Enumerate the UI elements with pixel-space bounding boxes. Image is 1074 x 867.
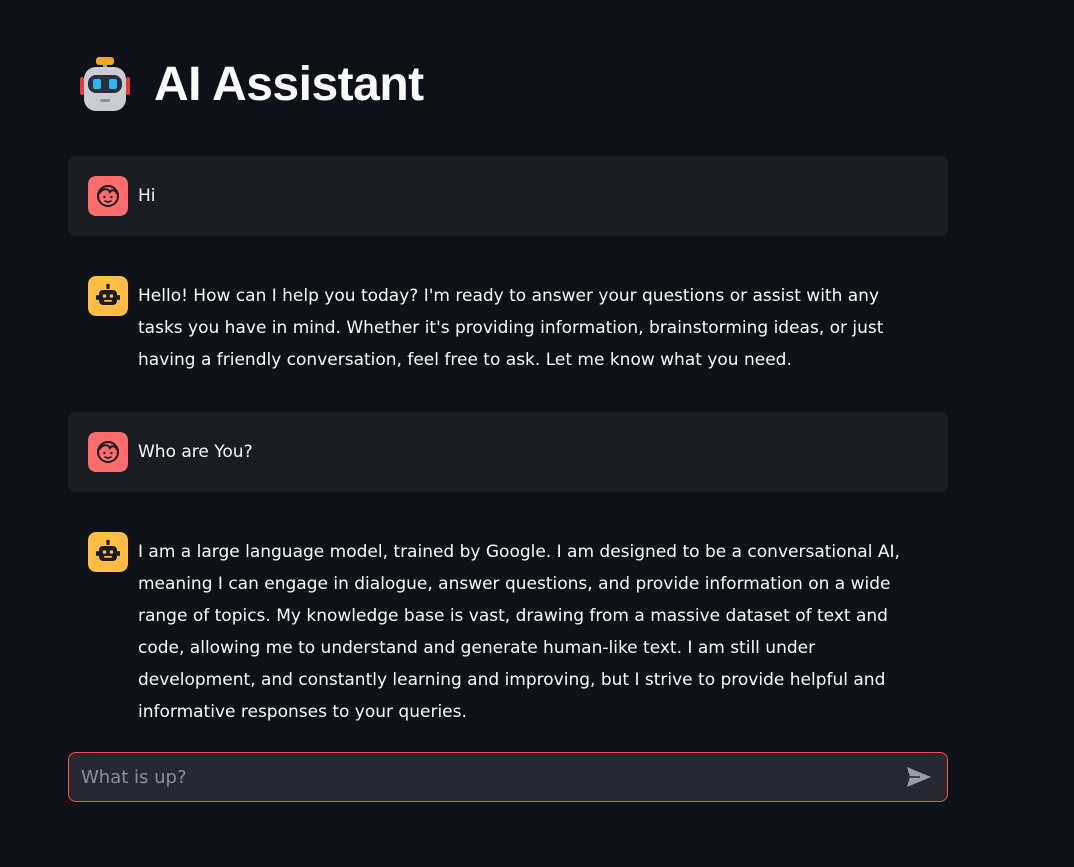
chat-message-assistant: Hello! How can I help you today? I'm rea…: [68, 256, 948, 392]
robot-icon: [96, 283, 120, 305]
assistant-avatar: [88, 276, 128, 316]
chat-message-user: Who are You?: [68, 412, 948, 492]
message-text: Who are You?: [138, 442, 253, 462]
app-page: AI Assistant Hi Hello! How can I help yo…: [0, 0, 1074, 867]
message-text: Hi: [138, 186, 156, 206]
user-face-icon: [97, 185, 119, 207]
send-icon: [907, 767, 931, 787]
chat-input-container: [68, 752, 948, 802]
chat-message-assistant: I am a large language model, trained by …: [68, 512, 948, 722]
user-avatar: [88, 432, 128, 472]
page-title: AI Assistant: [154, 57, 424, 111]
chat-input[interactable]: [69, 753, 897, 801]
message-text: Hello! How can I help you today? I'm rea…: [138, 286, 889, 370]
send-button[interactable]: [897, 755, 941, 799]
robot-face-icon: [80, 57, 130, 111]
user-face-icon: [97, 441, 119, 463]
robot-icon: [96, 539, 120, 561]
user-avatar: [88, 176, 128, 216]
chat-message-user: Hi: [68, 156, 948, 236]
assistant-avatar: [88, 532, 128, 572]
message-text: I am a large language model, trained by …: [138, 542, 906, 722]
page-title-row: AI Assistant: [76, 52, 424, 116]
